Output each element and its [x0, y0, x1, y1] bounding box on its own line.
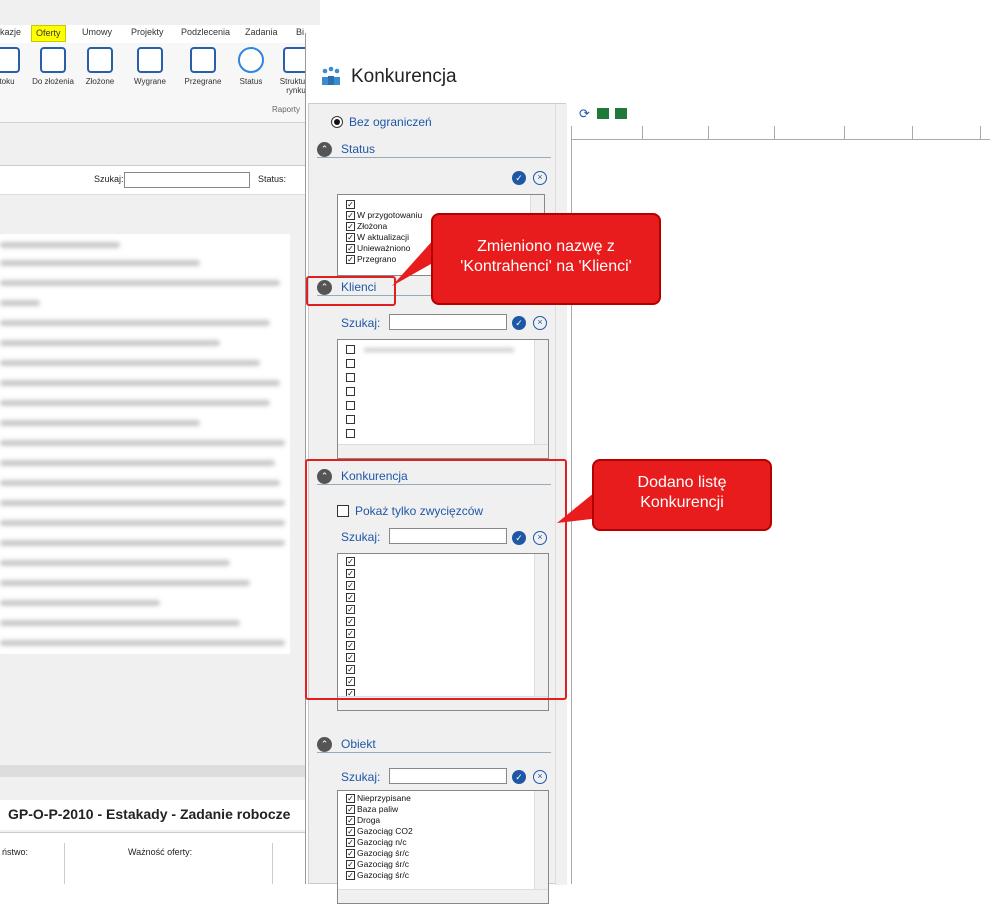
menu-bar: kazje Oferty Umowy Projekty Podzlecenia …	[0, 25, 320, 43]
ribbon-do-zlozenia-button[interactable]: Do złożenia	[26, 47, 80, 86]
list-item[interactable]: ✓ Gazociąg śr/c	[346, 870, 409, 881]
obiekt-search-label: Szukaj:	[341, 770, 381, 784]
status-select-all-button[interactable]: ✓	[512, 171, 526, 185]
obiekt-search-input[interactable]	[389, 768, 507, 784]
ribbon-group-label: Raporty	[272, 105, 301, 114]
envelope-icon	[87, 47, 113, 73]
ribbon: toku Do złożenia Złożone Wygrane Przegra…	[0, 43, 320, 123]
status-clear-button[interactable]: ×	[533, 171, 547, 185]
klienci-search-label: Szukaj:	[341, 316, 381, 330]
clock-icon	[0, 47, 20, 73]
dialog-title: Konkurencja	[351, 66, 457, 87]
obiekt-list: ✓ Nieprzypisane ✓ Baza paliw ✓ Droga ✓ Gazoc…	[337, 790, 549, 904]
document-x-icon	[190, 47, 216, 73]
menu-item-projekty[interactable]: Projekty	[131, 27, 164, 37]
klienci-list	[337, 339, 549, 459]
search-input[interactable]	[124, 172, 250, 188]
ribbon-zlozone-button[interactable]: Złożone	[82, 47, 118, 86]
list-item[interactable]: ✓ Gazociąg śr/c	[346, 859, 409, 870]
obiekt-select-all-button[interactable]: ✓	[512, 770, 526, 784]
list-item[interactable]: ✓	[346, 199, 357, 210]
collapse-icon[interactable]: ⌃	[317, 737, 332, 752]
list-item[interactable]: ✓ Droga	[346, 815, 380, 826]
menu-item-zadania[interactable]: Zadania	[245, 27, 278, 37]
list-item[interactable]: ✓ Gazociąg śr/c	[346, 848, 409, 859]
menu-item-bi[interactable]: Bi	[296, 27, 304, 37]
obiekt-list-hscroll[interactable]	[338, 889, 548, 903]
list-toolbar: Szukaj: Status:	[0, 165, 320, 195]
grid-header	[572, 126, 990, 140]
collapse-icon[interactable]: ⌃	[317, 142, 332, 157]
offer-fields: ństwo: Ważność oferty:	[0, 832, 320, 884]
klienci-list-vscroll[interactable]	[534, 340, 548, 444]
konkurencja-callout: Dodano listę Konkurencji	[592, 459, 772, 531]
document-icon	[40, 47, 66, 73]
klienci-list-hscroll[interactable]	[338, 444, 548, 458]
list-item[interactable]: ✓ Baza paliw	[346, 804, 398, 815]
list-item[interactable]: ✓ Gazociąg CO2	[346, 826, 413, 837]
obiekt-clear-button[interactable]: ×	[533, 770, 547, 784]
ribbon-wygrane-button[interactable]: Wygrane	[128, 47, 172, 86]
offers-grid	[0, 234, 290, 654]
menu-item-podzlecenia[interactable]: Podzlecenia	[181, 27, 230, 37]
status-section-header[interactable]: ⌃ Status	[317, 142, 551, 158]
bez-ograniczen-radio[interactable]	[331, 116, 343, 128]
list-item[interactable]: ✓ Nieprzypisane	[346, 793, 411, 804]
klienci-highlight-box	[306, 276, 396, 306]
obiekt-list-vscroll[interactable]	[534, 791, 548, 889]
background-app: kazje Oferty Umowy Projekty Podzlecenia …	[0, 0, 320, 884]
klienci-clear-button[interactable]: ×	[533, 316, 547, 330]
people-icon	[322, 66, 340, 85]
list-item[interactable]: ✓ Gazociąg n/c	[346, 837, 407, 848]
pie-chart-icon	[238, 47, 264, 73]
search-label: Szukaj:	[94, 174, 124, 184]
ribbon-przegrane-button[interactable]: Przegrane	[178, 47, 228, 86]
bez-ograniczen-label: Bez ograniczeń	[349, 115, 432, 129]
menu-item-zlecenia[interactable]: kazje	[0, 27, 21, 37]
klienci-select-all-button[interactable]: ✓	[512, 316, 526, 330]
offer-title: GP-O-P-2010 - Estakady - Zadanie robocze	[0, 800, 320, 830]
excel-export-all-icon[interactable]	[615, 108, 627, 119]
list-item[interactable]: ✓ Przegrano	[346, 254, 396, 265]
menu-item-oferty[interactable]: Oferty	[31, 25, 66, 42]
menu-item-umowy[interactable]: Umowy	[82, 27, 112, 37]
obiekt-section-header[interactable]: ⌃ Obiekt	[317, 737, 551, 753]
status-label: Status:	[258, 174, 287, 184]
list-item[interactable]: ✓ W przygotowaniu	[346, 210, 422, 221]
refresh-icon[interactable]: ⟳	[579, 106, 590, 122]
ribbon-toku-button[interactable]: toku	[0, 47, 20, 86]
excel-export-icon[interactable]	[597, 108, 609, 119]
grid-toolbar: ⟳	[571, 103, 990, 125]
field-label-wlasciciel: ństwo:	[2, 847, 29, 857]
list-item[interactable]: ✓ Złożona	[346, 221, 387, 232]
klienci-search-input[interactable]	[389, 314, 507, 330]
klienci-callout: Zmieniono nazwę z 'Kontrahenci' na 'Klie…	[431, 213, 661, 305]
horizontal-scrollbar[interactable]	[0, 765, 320, 777]
field-label-waznosc: Ważność oferty:	[128, 847, 193, 857]
konkurencja-highlight-box	[305, 459, 567, 700]
award-icon	[137, 47, 163, 73]
ribbon-status-button[interactable]: Status	[234, 47, 268, 86]
